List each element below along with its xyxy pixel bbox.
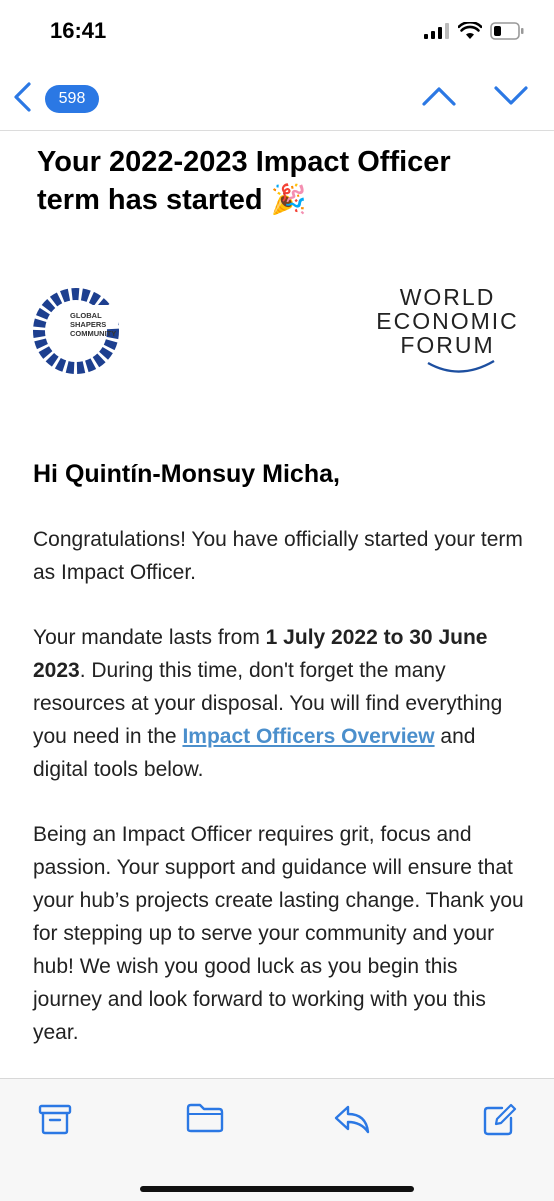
home-indicator[interactable]: [140, 1186, 414, 1192]
cellular-signal-icon: [424, 23, 449, 39]
previous-message-chevron-up-icon[interactable]: [420, 82, 458, 110]
wef-logo: WORLD ECONOMIC FORUM: [370, 285, 525, 380]
wifi-icon: [458, 22, 482, 39]
body-paragraph-1: Congratulations! You have officially sta…: [33, 528, 523, 584]
gs-word-2: SHAPERS: [70, 320, 107, 329]
battery-icon: [490, 22, 524, 40]
gs-word-3: COMMUNITY: [70, 329, 117, 338]
wef-word-1: WORLD: [399, 284, 496, 310]
impact-officers-overview-link[interactable]: Impact Officers Overview: [182, 725, 434, 748]
gs-word-1: GLOBAL: [70, 311, 102, 320]
folder-icon[interactable]: [186, 1103, 224, 1133]
global-shapers-wordmark: GLOBAL SHAPERS COMMUNITY: [70, 311, 116, 338]
archive-icon[interactable]: [38, 1103, 72, 1135]
wef-word-3: FORUM: [400, 332, 495, 358]
reply-icon[interactable]: [333, 1103, 371, 1135]
p2-text-a: Your mandate lasts from: [33, 626, 266, 649]
back-chevron-icon[interactable]: [10, 80, 36, 114]
email-subject: Your 2022-2023 Impact Officer term has s…: [37, 146, 451, 216]
body-paragraph-3: Being an Impact Officer requires grit, f…: [33, 823, 524, 1044]
mail-nav-bar: 598: [0, 60, 554, 131]
compose-icon[interactable]: [482, 1103, 518, 1137]
bottom-toolbar: [0, 1078, 554, 1201]
body-paragraph-2: Your mandate lasts from 1 July 2022 to 3…: [33, 621, 528, 786]
wef-word-2: ECONOMIC: [376, 308, 519, 334]
wef-arc-icon: [427, 359, 495, 373]
email-greeting: Hi Quintín-Monsuy Micha,: [33, 460, 340, 488]
status-icons: [424, 22, 524, 40]
status-time: 16:41: [50, 18, 107, 43]
unread-count-badge[interactable]: 598: [45, 85, 99, 113]
next-message-chevron-down-icon[interactable]: [492, 82, 530, 110]
status-bar: 16:41: [0, 0, 554, 60]
